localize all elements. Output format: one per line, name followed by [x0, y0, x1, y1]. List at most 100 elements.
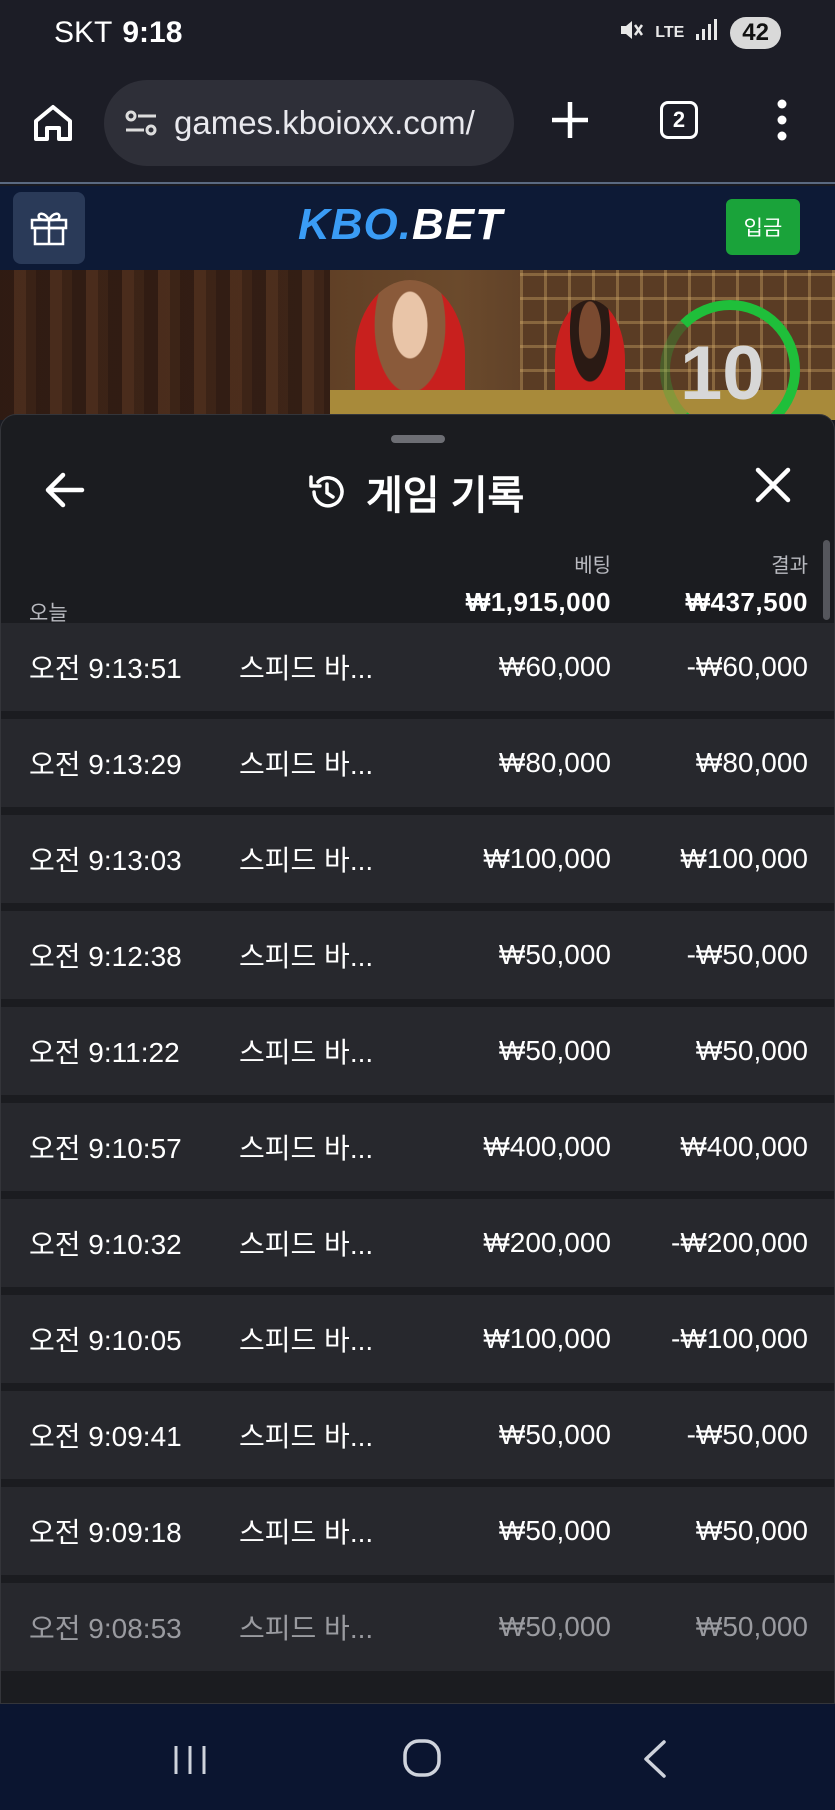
home-nav-icon[interactable] — [402, 1738, 442, 1778]
video-curtain — [0, 270, 330, 420]
history-row[interactable]: 오전 9:09:18 스피드 바... ₩50,000 ₩50,000 — [1, 1487, 834, 1575]
row-game: 스피드 바... — [239, 749, 374, 780]
history-row[interactable]: 오전 9:11:22 스피드 바... ₩50,000 ₩50,000 — [1, 1007, 834, 1095]
row-result: ₩50,000 — [695, 1515, 808, 1546]
site-logo[interactable]: KBO.BET — [298, 200, 503, 250]
total-result-amount: ₩437,500 — [685, 587, 808, 617]
logo-bet: BET — [412, 200, 504, 249]
row-game: 스피드 바... — [239, 1613, 374, 1644]
row-time: 오전 9:13:51 — [29, 653, 182, 684]
status-icons: LTE 42 — [617, 16, 781, 51]
gift-icon — [27, 204, 71, 253]
panel-title: 게임 기록 — [306, 463, 524, 521]
bet-column-header: 베팅 — [574, 555, 611, 577]
row-bet: ₩50,000 — [498, 1035, 611, 1066]
row-bet: ₩80,000 — [498, 747, 611, 778]
history-row[interactable]: 오전 9:13:03 스피드 바... ₩100,000 ₩100,000 — [1, 815, 834, 903]
row-result: -₩60,000 — [686, 651, 808, 682]
live-dealer-video[interactable]: 10 — [0, 270, 835, 420]
drag-handle[interactable] — [391, 435, 445, 443]
row-result: -₩200,000 — [671, 1227, 808, 1258]
battery-indicator: 42 — [730, 17, 781, 49]
clock: 9:18 — [122, 16, 183, 49]
panel-title-text: 게임 기록 — [366, 474, 525, 518]
scrollbar[interactable] — [823, 540, 830, 620]
history-row[interactable]: 오전 9:08:53 스피드 바... ₩50,000 ₩50,000 — [1, 1583, 834, 1671]
history-row[interactable]: 오전 9:12:38 스피드 바... ₩50,000 -₩50,000 — [1, 911, 834, 999]
history-icon — [306, 471, 348, 513]
row-result: -₩50,000 — [686, 1419, 808, 1450]
row-game: 스피드 바... — [239, 941, 374, 972]
site-settings-icon[interactable] — [122, 104, 160, 142]
row-bet: ₩400,000 — [483, 1131, 611, 1162]
status-bar: SKT 9:18 LTE 42 — [0, 0, 835, 66]
row-result: ₩50,000 — [695, 1035, 808, 1066]
tab-switcher-button[interactable]: 2 — [660, 101, 698, 139]
history-row[interactable]: 오전 9:13:51 스피드 바... ₩60,000 -₩60,000 — [1, 623, 834, 711]
row-result: -₩50,000 — [686, 939, 808, 970]
deposit-button[interactable]: 입금 — [726, 199, 800, 255]
browser-toolbar: games.kboioxx.com/ 2 — [0, 66, 835, 184]
row-bet: ₩50,000 — [498, 939, 611, 970]
history-row[interactable]: 오전 9:10:57 스피드 바... ₩400,000 ₩400,000 — [1, 1103, 834, 1191]
result-column-header: 결과 — [771, 555, 808, 577]
row-game: 스피드 바... — [239, 653, 374, 684]
new-tab-icon[interactable] — [548, 98, 592, 142]
row-game: 스피드 바... — [239, 1517, 374, 1548]
row-time: 오전 9:08:53 — [29, 1613, 182, 1644]
url-text: games.kboioxx.com/ — [174, 104, 475, 141]
row-bet: ₩50,000 — [498, 1419, 611, 1450]
row-time: 오전 9:10:05 — [29, 1325, 182, 1356]
row-bet: ₩50,000 — [498, 1611, 611, 1642]
recents-icon[interactable] — [170, 1742, 210, 1778]
back-nav-icon[interactable] — [640, 1738, 670, 1780]
row-bet: ₩100,000 — [483, 843, 611, 874]
site-header: KBO.BET 입금 — [0, 186, 835, 270]
carrier-label: SKT — [54, 16, 113, 49]
history-row[interactable]: 오전 9:13:29 스피드 바... ₩80,000 ₩80,000 — [1, 719, 834, 807]
row-time: 오전 9:09:18 — [29, 1517, 182, 1548]
history-list: 오전 9:13:51 스피드 바... ₩60,000 -₩60,000 오전 … — [1, 623, 834, 1679]
tab-count: 2 — [672, 107, 686, 132]
countdown-number: 10 — [680, 331, 765, 416]
gift-button[interactable] — [13, 192, 85, 264]
back-arrow-icon[interactable] — [41, 467, 87, 513]
row-result: ₩100,000 — [680, 843, 808, 874]
game-history-panel: 게임 기록 오늘 베팅 결과 ₩1,915,000 ₩437,500 오전 9:… — [0, 414, 835, 1704]
row-game: 스피드 바... — [239, 1325, 374, 1356]
system-nav-bar — [0, 1704, 835, 1810]
mute-icon — [617, 16, 645, 51]
row-time: 오전 9:13:29 — [29, 749, 182, 780]
row-time: 오전 9:10:57 — [29, 1133, 182, 1164]
logo-kbo: KBO — [298, 200, 399, 249]
row-bet: ₩200,000 — [483, 1227, 611, 1258]
total-bet-amount: ₩1,915,000 — [465, 587, 611, 617]
lte-label: LTE — [655, 24, 685, 41]
row-game: 스피드 바... — [239, 1421, 374, 1452]
history-row[interactable]: 오전 9:10:05 스피드 바... ₩100,000 -₩100,000 — [1, 1295, 834, 1383]
summary-header: 오늘 베팅 결과 ₩1,915,000 ₩437,500 — [1, 527, 834, 637]
row-game: 스피드 바... — [239, 1133, 374, 1164]
row-game: 스피드 바... — [239, 845, 374, 876]
history-row[interactable]: 오전 9:09:41 스피드 바... ₩50,000 -₩50,000 — [1, 1391, 834, 1479]
close-icon[interactable] — [753, 465, 793, 505]
signal-icon — [694, 18, 720, 49]
row-result: ₩400,000 — [680, 1131, 808, 1162]
row-game: 스피드 바... — [239, 1229, 374, 1260]
history-row[interactable]: 오전 9:10:32 스피드 바... ₩200,000 -₩200,000 — [1, 1199, 834, 1287]
row-result: -₩100,000 — [671, 1323, 808, 1354]
row-bet: ₩60,000 — [498, 651, 611, 682]
more-menu-icon[interactable] — [772, 98, 792, 142]
row-bet: ₩100,000 — [483, 1323, 611, 1354]
row-bet: ₩50,000 — [498, 1515, 611, 1546]
row-result: ₩80,000 — [695, 747, 808, 778]
row-time: 오전 9:09:41 — [29, 1421, 182, 1452]
home-icon[interactable] — [30, 100, 76, 146]
address-bar[interactable]: games.kboioxx.com/ — [104, 80, 514, 166]
row-time: 오전 9:10:32 — [29, 1229, 182, 1260]
row-result: ₩50,000 — [695, 1611, 808, 1642]
logo-dot: . — [398, 200, 413, 249]
row-time: 오전 9:11:22 — [29, 1037, 180, 1068]
row-time: 오전 9:13:03 — [29, 845, 182, 876]
row-game: 스피드 바... — [239, 1037, 374, 1068]
